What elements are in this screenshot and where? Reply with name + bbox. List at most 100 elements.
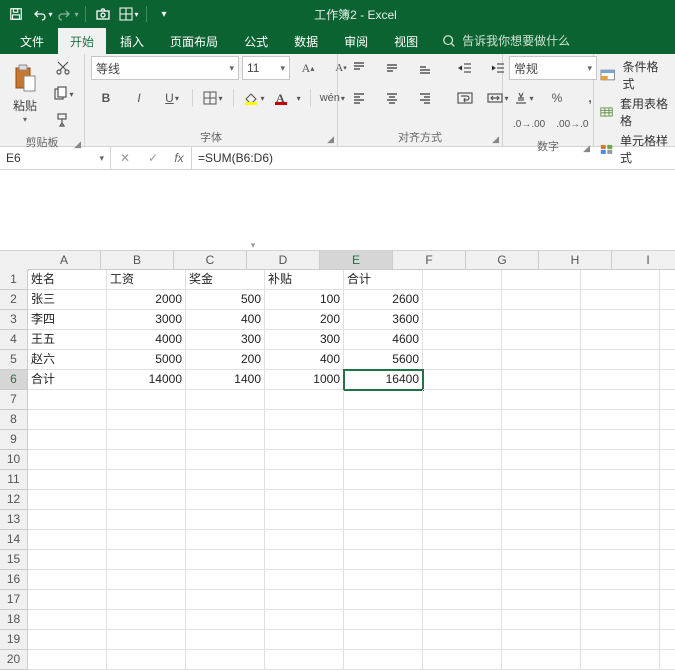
cell[interactable] [344, 610, 423, 630]
tab-page-layout[interactable]: 页面布局 [158, 28, 230, 54]
formula-bar-expand-icon[interactable]: ▾ [246, 240, 260, 250]
row-header[interactable]: 1 [0, 270, 28, 290]
cell[interactable] [107, 470, 186, 490]
cell[interactable] [581, 350, 660, 370]
row-header[interactable]: 7 [0, 390, 28, 410]
cell[interactable] [344, 390, 423, 410]
cell[interactable]: 4000 [107, 330, 186, 350]
cell[interactable] [186, 450, 265, 470]
cell[interactable] [423, 530, 502, 550]
align-middle-button[interactable] [377, 56, 407, 80]
cell[interactable] [660, 330, 675, 350]
cell[interactable] [581, 270, 660, 290]
cell[interactable] [28, 470, 107, 490]
cell[interactable] [660, 450, 675, 470]
tab-data[interactable]: 数据 [282, 28, 330, 54]
cell[interactable]: 3000 [107, 310, 186, 330]
cell[interactable]: 奖金 [186, 270, 265, 290]
cell[interactable] [423, 470, 502, 490]
cell[interactable] [423, 430, 502, 450]
cell[interactable] [660, 650, 675, 670]
cell[interactable] [107, 630, 186, 650]
row-header[interactable]: 20 [0, 650, 28, 670]
cell[interactable]: 100 [265, 290, 344, 310]
cell[interactable] [660, 350, 675, 370]
tab-view[interactable]: 视图 [382, 28, 430, 54]
cell[interactable] [660, 490, 675, 510]
cell[interactable] [660, 610, 675, 630]
cell[interactable] [502, 510, 581, 530]
cell[interactable] [186, 530, 265, 550]
align-top-button[interactable] [344, 56, 374, 80]
percent-button[interactable]: % [542, 86, 572, 110]
cell[interactable] [581, 310, 660, 330]
col-header[interactable]: G [466, 251, 539, 270]
cell[interactable] [344, 450, 423, 470]
cell[interactable] [423, 490, 502, 510]
cell[interactable] [581, 390, 660, 410]
cell[interactable] [660, 390, 675, 410]
font-size-combo[interactable]: 11▾ [242, 56, 290, 80]
cell[interactable] [265, 550, 344, 570]
cell[interactable]: 2600 [344, 290, 423, 310]
formula-bar[interactable]: =SUM(B6:D6) [192, 147, 675, 169]
cell[interactable]: 500 [186, 290, 265, 310]
cell[interactable] [344, 590, 423, 610]
cell[interactable] [581, 430, 660, 450]
enter-formula-button[interactable]: ✓ [139, 151, 167, 165]
row-header[interactable]: 9 [0, 430, 28, 450]
cell[interactable] [107, 490, 186, 510]
row-header[interactable]: 10 [0, 450, 28, 470]
cell[interactable] [502, 470, 581, 490]
save-icon[interactable] [4, 2, 28, 26]
cell[interactable] [660, 630, 675, 650]
undo-icon[interactable]: ▾ [30, 2, 54, 26]
row-header[interactable]: 13 [0, 510, 28, 530]
row-header[interactable]: 15 [0, 550, 28, 570]
cell[interactable]: 16400 [344, 370, 423, 390]
tab-review[interactable]: 审阅 [332, 28, 380, 54]
italic-button[interactable]: I [124, 86, 154, 110]
qat-customize-icon[interactable]: ▾ [152, 2, 176, 26]
format-as-table-button[interactable]: 套用表格格 [600, 95, 669, 129]
cell[interactable] [502, 630, 581, 650]
cell[interactable] [265, 570, 344, 590]
increase-decimal-button[interactable]: .0→.00 [509, 112, 549, 136]
cell[interactable] [423, 390, 502, 410]
cell[interactable] [186, 430, 265, 450]
row-header[interactable]: 8 [0, 410, 28, 430]
cell[interactable]: 工资 [107, 270, 186, 290]
row-header[interactable]: 6 [0, 370, 28, 390]
cell[interactable] [28, 530, 107, 550]
cell[interactable] [581, 370, 660, 390]
cell[interactable] [581, 610, 660, 630]
cell[interactable] [186, 610, 265, 630]
row-header[interactable]: 16 [0, 570, 28, 590]
cell[interactable] [28, 430, 107, 450]
cell[interactable] [28, 410, 107, 430]
tell-me[interactable]: 告诉我你想要做什么 [432, 27, 580, 54]
cell[interactable] [423, 290, 502, 310]
borders-icon[interactable]: ▾ [117, 2, 141, 26]
cell[interactable] [502, 270, 581, 290]
cell[interactable] [581, 570, 660, 590]
cell[interactable] [28, 450, 107, 470]
font-launcher-icon[interactable]: ◢ [327, 134, 334, 145]
cell[interactable] [344, 430, 423, 450]
cell[interactable] [423, 310, 502, 330]
cell[interactable]: 赵六 [28, 350, 107, 370]
cell[interactable]: 张三 [28, 290, 107, 310]
cell[interactable] [502, 390, 581, 410]
cell[interactable] [28, 610, 107, 630]
number-format-combo[interactable]: 常规▾ [509, 56, 597, 80]
cancel-formula-button[interactable]: ✕ [111, 151, 139, 165]
cell[interactable] [28, 550, 107, 570]
cell[interactable] [502, 330, 581, 350]
align-center-button[interactable] [377, 86, 407, 110]
cell[interactable]: 300 [265, 330, 344, 350]
font-name-combo[interactable]: 等线▾ [91, 56, 239, 80]
cell[interactable] [581, 290, 660, 310]
col-header[interactable]: H [539, 251, 612, 270]
paste-button[interactable]: 粘贴 ▾ [6, 64, 44, 124]
cell[interactable] [423, 270, 502, 290]
